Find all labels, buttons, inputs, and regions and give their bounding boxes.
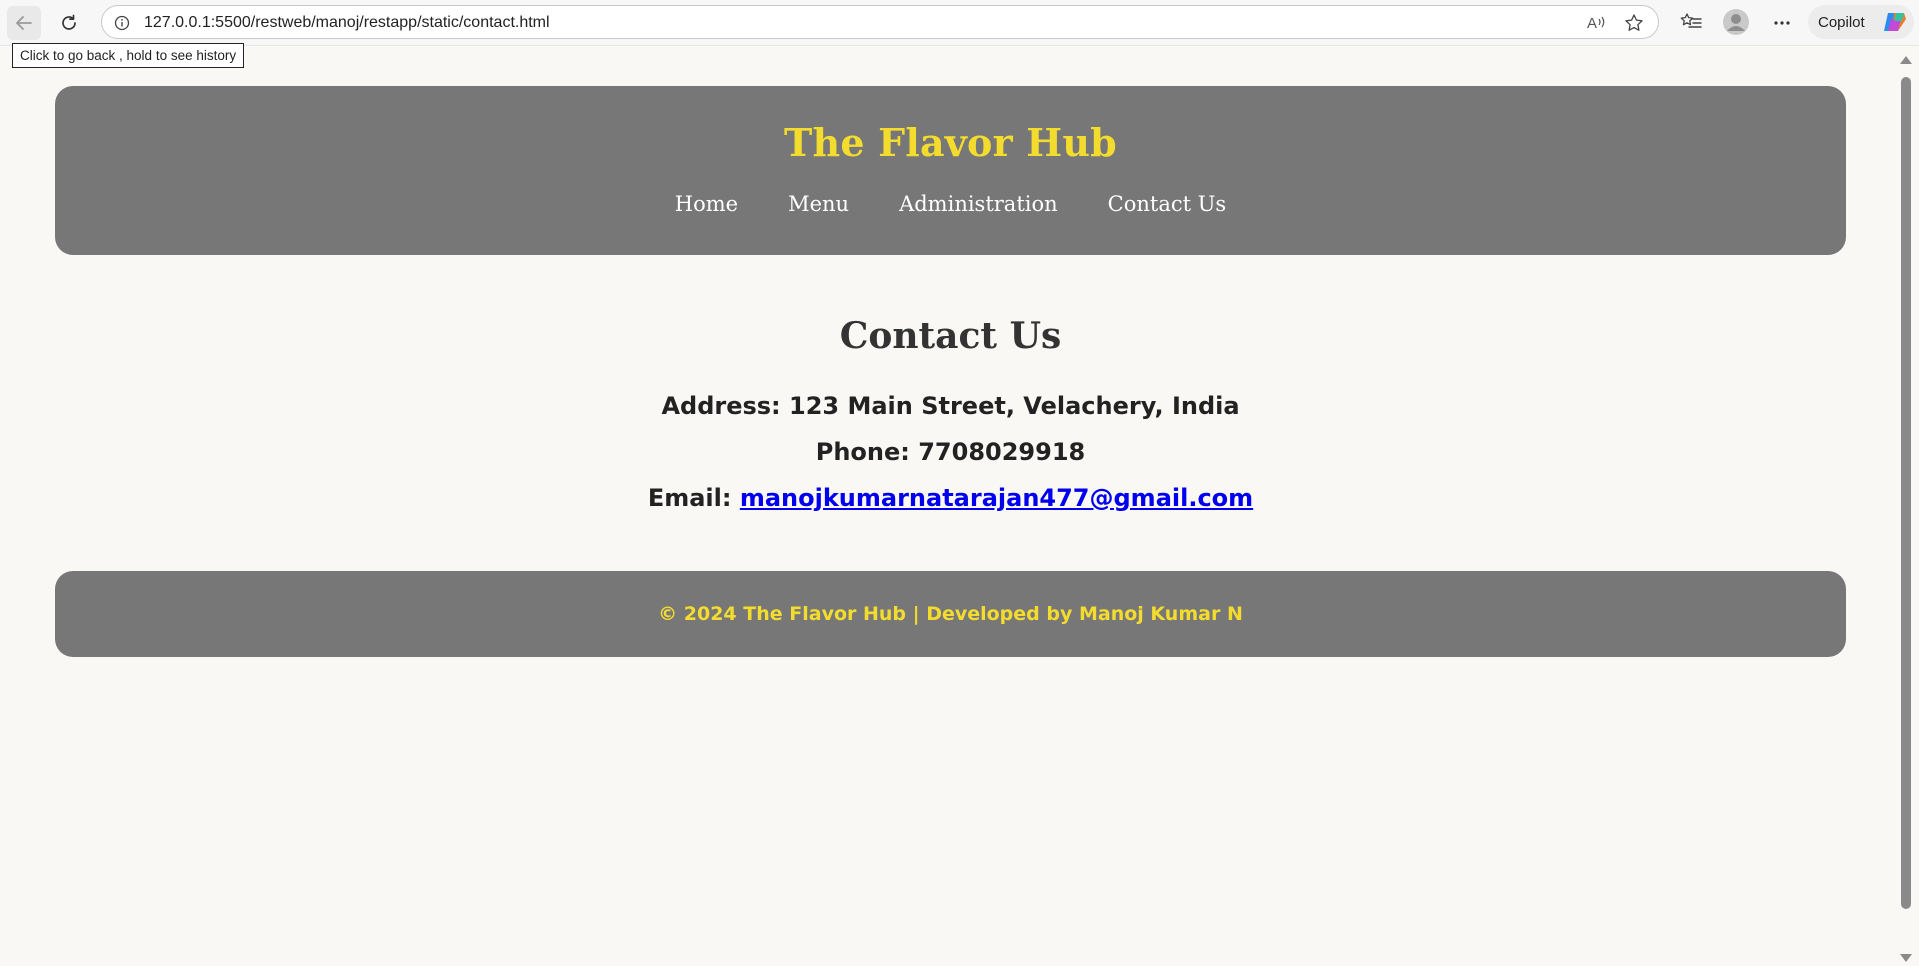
nav-administration-link[interactable]: Administration — [899, 192, 1058, 216]
url-text[interactable]: 127.0.0.1:5500/restweb/manoj/restapp/sta… — [144, 13, 550, 33]
site-title: The Flavor Hub — [784, 120, 1117, 165]
nav-contact-link[interactable]: Contact Us — [1108, 192, 1227, 216]
back-button[interactable] — [7, 6, 41, 40]
favorites-list-icon[interactable] — [1680, 11, 1702, 38]
scroll-thumb[interactable] — [1901, 77, 1911, 909]
profile-icon[interactable] — [1722, 8, 1750, 41]
read-aloud-icon[interactable]: A — [1586, 13, 1608, 38]
reload-button[interactable] — [52, 6, 86, 40]
main-nav: Home Menu Administration Contact Us — [55, 192, 1846, 216]
copilot-button[interactable]: Copilot — [1808, 5, 1914, 39]
browser-toolbar: 127.0.0.1:5500/restweb/manoj/restapp/sta… — [0, 0, 1919, 46]
more-options-icon[interactable] — [1772, 13, 1792, 38]
contact-phone: Phone: 7708029918 — [815, 438, 1086, 466]
contact-address: Address: 123 Main Street, Velachery, Ind… — [661, 392, 1240, 420]
page-content: The Flavor Hub Home Menu Administration … — [5, 46, 1895, 966]
vertical-scrollbar[interactable] — [1897, 52, 1915, 966]
scroll-up-arrow-icon[interactable] — [1900, 56, 1912, 64]
favorite-star-icon[interactable] — [1624, 13, 1644, 38]
copilot-icon — [1884, 13, 1906, 31]
info-icon[interactable] — [112, 13, 132, 33]
scroll-down-arrow-icon[interactable] — [1900, 954, 1912, 962]
site-footer: © 2024 The Flavor Hub | Developed by Man… — [55, 571, 1846, 657]
site-header: The Flavor Hub Home Menu Administration … — [55, 86, 1846, 255]
back-arrow-icon — [16, 16, 32, 30]
contact-section: Contact Us Address: 123 Main Street, Vel… — [55, 314, 1846, 521]
svg-text:A: A — [1587, 15, 1597, 32]
contact-email-line: Email: manojkumarnatarajan477@gmail.com — [55, 475, 1846, 521]
back-button-tooltip: Click to go back , hold to see history — [12, 43, 245, 68]
address-bar[interactable]: 127.0.0.1:5500/restweb/manoj/restapp/sta… — [101, 5, 1659, 39]
reload-icon — [62, 14, 76, 30]
copilot-label: Copilot — [1818, 13, 1865, 31]
email-label: Email: — [647, 484, 740, 512]
nav-home-link[interactable]: Home — [675, 192, 738, 216]
contact-heading: Contact Us — [839, 315, 1062, 357]
nav-menu-link[interactable]: Menu — [788, 192, 849, 216]
email-link[interactable]: manojkumarnatarajan477@gmail.com — [740, 484, 1253, 512]
footer-text: © 2024 The Flavor Hub | Developed by Man… — [658, 603, 1243, 625]
